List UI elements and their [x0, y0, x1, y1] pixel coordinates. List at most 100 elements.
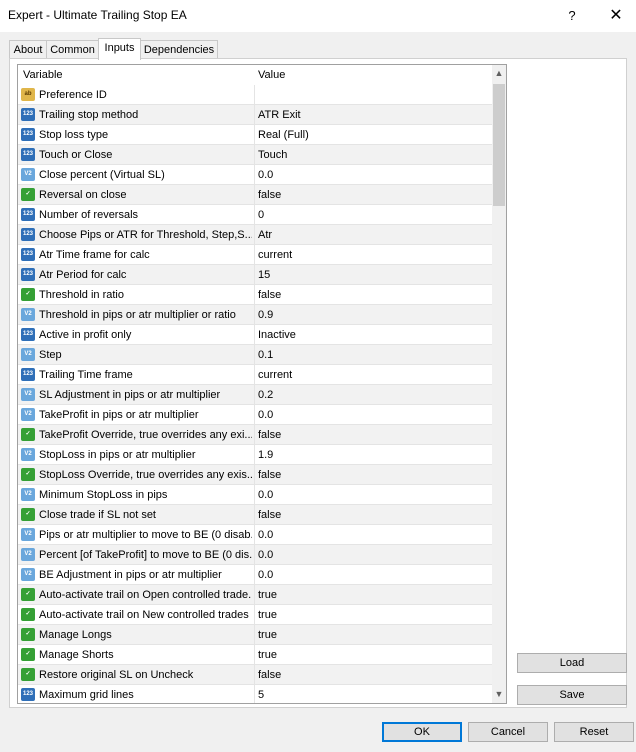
variable-value[interactable]: 15 — [258, 269, 270, 281]
variable-value[interactable]: false — [258, 469, 281, 481]
table-row[interactable]: 123 Trailing Time frame current — [18, 365, 492, 385]
table-row[interactable]: V2 Pips or atr multiplier to move to BE (… — [18, 525, 492, 545]
table-row[interactable]: V2 SL Adjustment in pips or atr multiplie… — [18, 385, 492, 405]
column-header-value[interactable]: Value — [258, 69, 285, 81]
variable-name: TakeProfit in pips or atr multiplier — [39, 409, 199, 421]
variable-name: Manage Longs — [39, 629, 112, 641]
window-title: Expert - Ultimate Trailing Stop EA — [8, 8, 187, 22]
table-row[interactable]: 123 Trailing stop method ATR Exit — [18, 105, 492, 125]
variable-value[interactable]: 0.0 — [258, 569, 273, 581]
table-row[interactable]: ✓ Close trade if SL not set false — [18, 505, 492, 525]
boolean-type-icon: ✓ — [21, 628, 35, 641]
variable-value[interactable]: 0.1 — [258, 349, 273, 361]
column-divider — [254, 465, 255, 485]
table-row[interactable]: ✓ StopLoss Override, true overrides any e… — [18, 465, 492, 485]
column-divider — [254, 365, 255, 385]
table-row[interactable]: ✓ Manage Shorts true — [18, 645, 492, 665]
integer-type-icon: 123 — [21, 268, 35, 281]
variable-value[interactable]: 0.0 — [258, 409, 273, 421]
tab-inputs[interactable]: Inputs — [98, 38, 141, 60]
column-header-variable[interactable]: Variable — [23, 69, 63, 81]
tab-dependencies[interactable]: Dependencies — [140, 40, 218, 59]
variable-value[interactable]: 0.2 — [258, 389, 273, 401]
scroll-down-arrow-icon[interactable]: ▼ — [492, 686, 506, 703]
cancel-button[interactable]: Cancel — [468, 722, 548, 742]
inputs-grid: Variable Value ab Preference ID 123 Trailin… — [17, 64, 507, 704]
table-row[interactable]: V2 BE Adjustment in pips or atr multiplie… — [18, 565, 492, 585]
variable-value[interactable]: 0.0 — [258, 489, 273, 501]
variable-value[interactable]: Inactive — [258, 329, 296, 341]
double-type-icon: V2 — [21, 568, 35, 581]
variable-value[interactable]: 0.9 — [258, 309, 273, 321]
variable-value[interactable]: false — [258, 509, 281, 521]
table-row[interactable]: 123 Active in profit only Inactive — [18, 325, 492, 345]
table-row[interactable]: V2 Close percent (Virtual SL) 0.0 — [18, 165, 492, 185]
table-row[interactable]: 123 Atr Time frame for calc current — [18, 245, 492, 265]
variable-value[interactable]: true — [258, 609, 277, 621]
table-row[interactable]: ✓ Auto-activate trail on Open controlled … — [18, 585, 492, 605]
variable-value[interactable]: Atr — [258, 229, 272, 241]
double-type-icon: V2 — [21, 408, 35, 421]
variable-value[interactable]: current — [258, 369, 292, 381]
help-button[interactable]: ? — [560, 4, 584, 28]
variable-name: Trailing stop method — [39, 109, 139, 121]
table-row[interactable]: ✓ Auto-activate trail on New controlled t… — [18, 605, 492, 625]
double-type-icon: V2 — [21, 388, 35, 401]
column-divider — [254, 225, 255, 245]
variable-value[interactable]: false — [258, 189, 281, 201]
variable-value[interactable]: Real (Full) — [258, 129, 309, 141]
table-row[interactable]: ✓ Threshold in ratio false — [18, 285, 492, 305]
scroll-up-arrow-icon[interactable]: ▲ — [492, 65, 506, 82]
table-row[interactable]: ✓ Manage Longs true — [18, 625, 492, 645]
variable-value[interactable]: 1.9 — [258, 449, 273, 461]
column-divider — [254, 85, 255, 105]
tab-about[interactable]: About — [9, 40, 47, 59]
variable-name: StopLoss Override, true overrides any ex… — [39, 469, 252, 481]
table-row[interactable]: V2 StopLoss in pips or atr multiplier 1.9 — [18, 445, 492, 465]
table-row[interactable]: ab Preference ID — [18, 85, 492, 105]
variable-value[interactable]: current — [258, 249, 292, 261]
table-row[interactable]: V2 Percent [of TakeProfit] to move to BE … — [18, 545, 492, 565]
reset-button[interactable]: Reset — [554, 722, 634, 742]
variable-value[interactable]: 0.0 — [258, 549, 273, 561]
table-row[interactable]: ✓ TakeProfit Override, true overrides any… — [18, 425, 492, 445]
column-divider — [254, 545, 255, 565]
variable-value[interactable]: true — [258, 629, 277, 641]
table-row[interactable]: ✓ Restore original SL on Uncheck false — [18, 665, 492, 685]
variable-value[interactable]: false — [258, 429, 281, 441]
ok-button[interactable]: OK — [382, 722, 462, 742]
integer-type-icon: 123 — [21, 208, 35, 221]
variable-value[interactable]: 0.0 — [258, 169, 273, 181]
table-row[interactable]: V2 Minimum StopLoss in pips 0.0 — [18, 485, 492, 505]
variable-name: Percent [of TakeProfit] to move to BE (0… — [39, 549, 252, 561]
variable-value[interactable]: Touch — [258, 149, 287, 161]
variable-name: Auto-activate trail on Open controlled t… — [39, 589, 252, 601]
load-button[interactable]: Load — [517, 653, 627, 673]
table-row[interactable]: 123 Number of reversals 0 — [18, 205, 492, 225]
variable-value[interactable]: false — [258, 669, 281, 681]
close-button[interactable]: ✕ — [604, 4, 628, 28]
variable-value[interactable]: 0.0 — [258, 529, 273, 541]
variable-value[interactable]: true — [258, 589, 277, 601]
table-row[interactable]: 123 Touch or Close Touch — [18, 145, 492, 165]
table-row[interactable]: 123 Atr Period for calc 15 — [18, 265, 492, 285]
vertical-scrollbar[interactable]: ▲ ▼ — [492, 65, 506, 703]
variable-value[interactable]: 0 — [258, 209, 264, 221]
table-row[interactable]: V2 Threshold in pips or atr multiplier or… — [18, 305, 492, 325]
variable-value[interactable]: false — [258, 289, 281, 301]
variable-value[interactable]: 5 — [258, 689, 264, 701]
tab-common[interactable]: Common — [46, 40, 99, 59]
table-row[interactable]: V2 TakeProfit in pips or atr multiplier 0.… — [18, 405, 492, 425]
table-row[interactable]: 123 Maximum grid lines 5 — [18, 685, 492, 703]
variable-value[interactable]: true — [258, 649, 277, 661]
column-divider — [254, 425, 255, 445]
table-row[interactable]: ✓ Reversal on close false — [18, 185, 492, 205]
grid-header: Variable Value — [18, 65, 492, 85]
save-button[interactable]: Save — [517, 685, 627, 705]
scroll-thumb[interactable] — [493, 84, 505, 206]
table-row[interactable]: 123 Stop loss type Real (Full) — [18, 125, 492, 145]
variable-name: Manage Shorts — [39, 649, 114, 661]
variable-value[interactable]: ATR Exit — [258, 109, 301, 121]
table-row[interactable]: 123 Choose Pips or ATR for Threshold, Ste… — [18, 225, 492, 245]
table-row[interactable]: V2 Step 0.1 — [18, 345, 492, 365]
